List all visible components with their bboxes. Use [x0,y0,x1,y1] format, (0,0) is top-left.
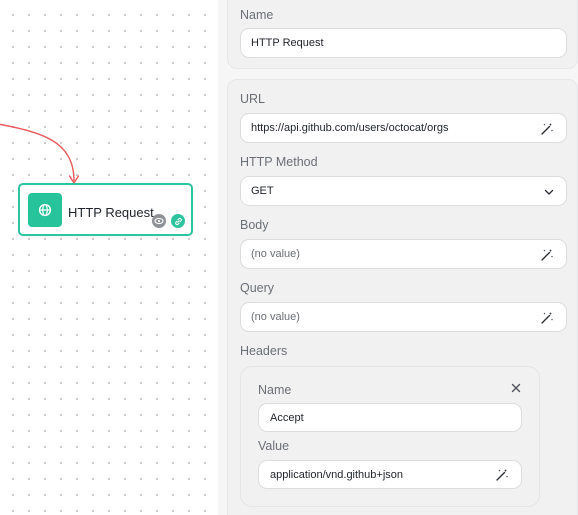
http-method-label: HTTP Method [240,155,318,169]
header-item: Name Accept Value application/vnd.github… [240,366,540,507]
name-section: Name HTTP Request [227,0,578,69]
workflow-canvas[interactable]: HTTP Request [0,0,218,515]
url-input-value: https://api.github.com/users/octocat/org… [251,122,449,134]
magic-wand-icon[interactable] [540,311,554,325]
header-value-input[interactable]: application/vnd.github+json [258,460,522,489]
magic-wand-icon[interactable] [495,468,509,482]
header-name-input[interactable]: Accept [258,403,522,432]
close-icon[interactable] [511,383,521,393]
query-label: Query [240,281,275,295]
chevron-down-icon [544,189,554,195]
name-input-value: HTTP Request [251,37,324,49]
url-label: URL [240,92,266,106]
url-input[interactable]: https://api.github.com/users/octocat/org… [240,113,567,143]
globe-icon [28,193,62,227]
name-label: Name [240,8,274,22]
headers-label: Headers [240,344,288,358]
link-icon[interactable] [171,214,185,228]
body-input-value: (no value) [251,248,300,260]
connection-edge[interactable] [0,0,218,515]
request-settings-section: URL https://api.github.com/users/octocat… [227,79,578,515]
magic-wand-icon[interactable] [540,248,554,262]
header-value-label: Value [258,439,290,453]
header-name-label: Name [258,383,292,397]
node-title: HTTP Request [68,205,154,220]
header-name-value: Accept [270,411,304,424]
http-request-node[interactable]: HTTP Request [18,183,193,236]
query-input-value: (no value) [251,311,300,323]
properties-panel: Name HTTP Request URL https://api.github… [218,0,578,515]
body-input[interactable]: (no value) [240,239,567,269]
http-method-select[interactable]: GET [240,176,567,206]
body-label: Body [240,218,269,232]
query-input[interactable]: (no value) [240,302,567,332]
magic-wand-icon[interactable] [540,122,554,136]
header-value-value: application/vnd.github+json [270,468,404,481]
eye-icon[interactable] [152,214,166,228]
name-input[interactable]: HTTP Request [240,28,567,58]
http-method-value: GET [251,185,274,197]
